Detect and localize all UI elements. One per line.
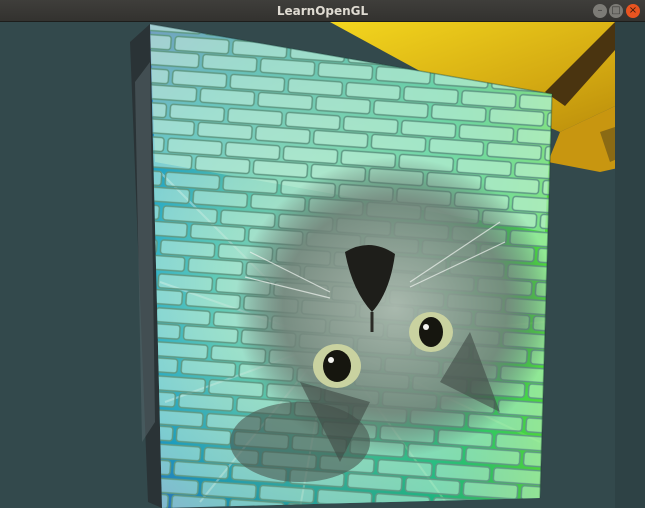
maximize-icon: □ (611, 5, 621, 16)
minimize-icon: – (597, 5, 603, 16)
close-button[interactable]: × (626, 4, 640, 18)
maximize-button[interactable]: □ (609, 4, 623, 18)
app-window: LearnOpenGL – □ × (0, 0, 645, 508)
title-bar[interactable]: LearnOpenGL – □ × (0, 0, 645, 22)
close-icon: × (628, 5, 638, 16)
cube-front-face (150, 24, 552, 508)
minimize-button[interactable]: – (593, 4, 607, 18)
window-title: LearnOpenGL (276, 4, 369, 18)
scene-render (0, 22, 645, 508)
opengl-viewport[interactable] (0, 22, 645, 508)
